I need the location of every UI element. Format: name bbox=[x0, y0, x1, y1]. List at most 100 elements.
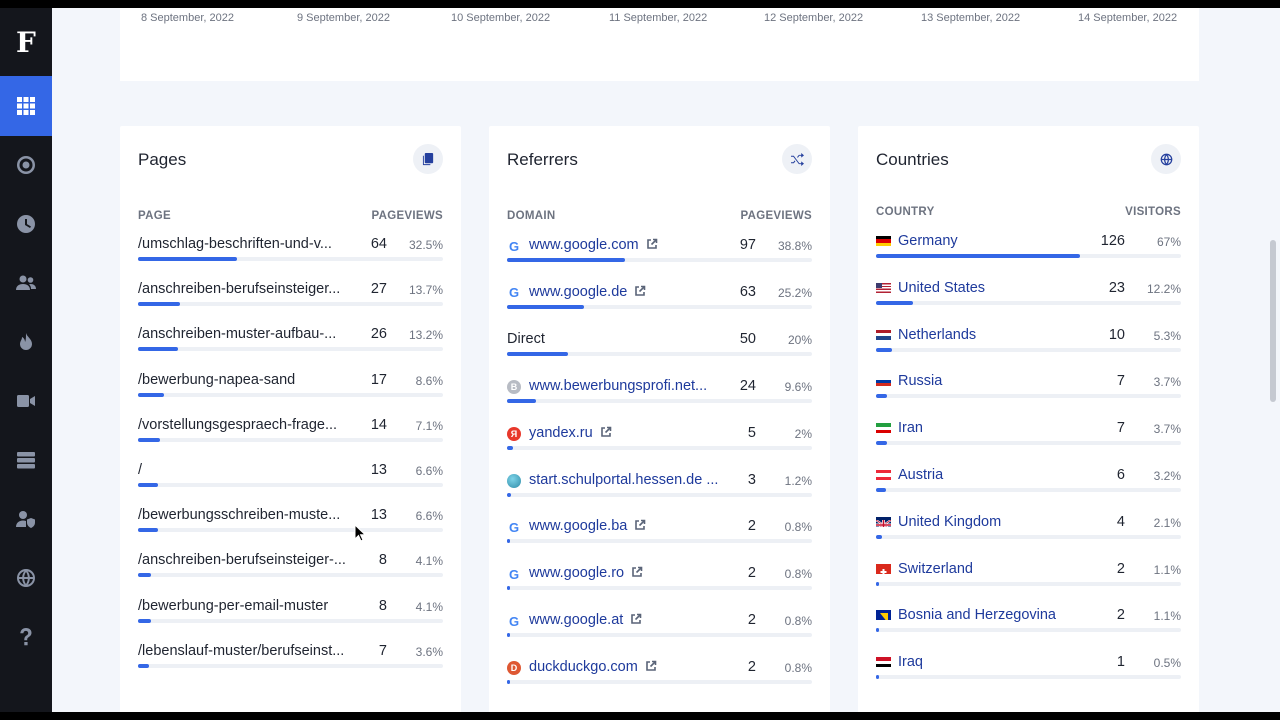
country-name[interactable]: Iraq bbox=[898, 654, 923, 670]
country-name[interactable]: Russia bbox=[898, 373, 942, 389]
page-row[interactable]: /lebenslauf-muster/berufseinst... 7 3.6% bbox=[138, 643, 443, 683]
country-row[interactable]: Netherlands 10 5.3% bbox=[876, 327, 1181, 367]
page-path[interactable]: /umschlag-beschriften-und-v... bbox=[138, 236, 353, 252]
referrer-domain[interactable]: start.schulportal.hessen.de ... bbox=[529, 472, 718, 488]
pages-card-button[interactable] bbox=[413, 144, 443, 174]
referrer-row[interactable]: Gwww.google.com 97 38.8% bbox=[507, 237, 812, 277]
referrer-row[interactable]: Direct 50 20% bbox=[507, 331, 812, 371]
country-row[interactable]: United Kingdom 4 2.1% bbox=[876, 514, 1181, 554]
country-name[interactable]: Germany bbox=[898, 233, 958, 249]
help-icon bbox=[20, 628, 32, 646]
referrer-domain[interactable]: www.google.com bbox=[529, 237, 658, 253]
nav-realtime[interactable] bbox=[0, 194, 52, 254]
page-path[interactable]: /anschreiben-berufseinsteiger... bbox=[138, 281, 353, 297]
users-icon bbox=[16, 275, 36, 290]
sidebar: F bbox=[0, 8, 52, 712]
country-name[interactable]: United Kingdom bbox=[898, 514, 1001, 530]
page-path[interactable]: /bewerbung-per-email-muster bbox=[138, 598, 353, 614]
page-path[interactable]: / bbox=[138, 462, 353, 478]
nav-visitors[interactable] bbox=[0, 253, 52, 313]
page-path[interactable]: /bewerbung-napea-sand bbox=[138, 372, 353, 388]
referrer-percent: 20% bbox=[787, 332, 812, 347]
country-row[interactable]: Germany 126 67% bbox=[876, 233, 1181, 273]
referrers-card-button[interactable] bbox=[782, 144, 812, 174]
referrer-bar-track bbox=[507, 539, 812, 544]
country-row[interactable]: Bosnia and Herzegovina 2 1.1% bbox=[876, 607, 1181, 647]
page-path[interactable]: /vorstellungsgespraech-frage... bbox=[138, 417, 353, 433]
referrer-domain[interactable]: duckduckgo.com bbox=[529, 659, 657, 675]
referrer-domain[interactable]: www.google.at bbox=[529, 612, 642, 628]
page-row[interactable]: /anschreiben-berufseinsteiger... 27 13.7% bbox=[138, 281, 443, 321]
country-name[interactable]: Switzerland bbox=[898, 561, 973, 577]
referrer-domain[interactable]: yandex.ru bbox=[529, 425, 612, 441]
country-name[interactable]: United States bbox=[898, 280, 985, 296]
external-link-icon[interactable] bbox=[630, 613, 642, 625]
page-row[interactable]: /vorstellungsgespraech-frage... 14 7.1% bbox=[138, 417, 443, 457]
page-bar-fill bbox=[138, 437, 160, 442]
nav-help[interactable] bbox=[0, 607, 52, 667]
referrer-row[interactable]: Gwww.google.at 2 0.8% bbox=[507, 612, 812, 652]
copy-icon bbox=[422, 152, 433, 165]
nav-websites[interactable] bbox=[0, 548, 52, 608]
page-row[interactable]: /umschlag-beschriften-und-v... 64 32.5% bbox=[138, 236, 443, 276]
external-link-icon[interactable] bbox=[600, 426, 612, 438]
referrer-row[interactable]: Яyandex.ru 5 2% bbox=[507, 425, 812, 465]
page-scrollbar[interactable] bbox=[1266, 8, 1280, 712]
page-row[interactable]: / 13 6.6% bbox=[138, 462, 443, 502]
page-row[interactable]: /bewerbungsschreiben-muste... 13 6.6% bbox=[138, 507, 443, 547]
referrer-domain[interactable]: www.google.ba bbox=[529, 518, 646, 534]
referrer-row[interactable]: Gwww.google.ba 2 0.8% bbox=[507, 518, 812, 558]
page-row[interactable]: /bewerbung-per-email-muster 8 4.1% bbox=[138, 598, 443, 638]
country-row[interactable]: Iran 7 3.7% bbox=[876, 420, 1181, 460]
app-logo[interactable]: F bbox=[0, 26, 52, 59]
country-name[interactable]: Austria bbox=[898, 467, 943, 483]
country-row[interactable]: Iraq 1 0.5% bbox=[876, 654, 1181, 694]
referrer-row[interactable]: start.schulportal.hessen.de ... 3 1.2% bbox=[507, 472, 812, 512]
nav-recordings[interactable] bbox=[0, 371, 52, 431]
page-row[interactable]: /anschreiben-berufseinsteiger-... 8 4.1% bbox=[138, 552, 443, 592]
x-tick-label: 13 September, 2022 bbox=[921, 12, 1021, 24]
referrer-domain-text: www.google.at bbox=[529, 612, 624, 629]
country-row[interactable]: Russia 7 3.7% bbox=[876, 373, 1181, 413]
country-row[interactable]: Austria 6 3.2% bbox=[876, 467, 1181, 507]
countries-card-button[interactable] bbox=[1151, 144, 1181, 174]
referrer-bar-track bbox=[507, 304, 812, 309]
referrers-col-label: DOMAIN bbox=[507, 210, 556, 222]
country-name[interactable]: Netherlands bbox=[898, 327, 976, 343]
external-link-icon[interactable] bbox=[634, 285, 646, 297]
external-link-icon[interactable] bbox=[631, 566, 643, 578]
referrer-domain[interactable]: www.bewerbungsprofi.net... bbox=[529, 378, 707, 394]
referrer-row[interactable]: Bwww.bewerbungsprofi.net... 24 9.6% bbox=[507, 378, 812, 418]
page-row[interactable]: /bewerbung-napea-sand 17 8.6% bbox=[138, 372, 443, 412]
nav-team[interactable] bbox=[0, 489, 52, 549]
nav-trending[interactable] bbox=[0, 312, 52, 372]
page-bar-fill bbox=[138, 392, 165, 397]
external-link-icon[interactable] bbox=[645, 660, 657, 672]
nav-goals[interactable] bbox=[0, 135, 52, 195]
page-path[interactable]: /anschreiben-muster-aufbau-... bbox=[138, 326, 353, 342]
referrer-domain[interactable]: www.google.ro bbox=[529, 565, 643, 581]
referrer-domain[interactable]: www.google.de bbox=[529, 284, 646, 300]
page-path[interactable]: /anschreiben-berufseinsteiger-... bbox=[138, 552, 353, 568]
referrer-row[interactable]: Dduckduckgo.com 2 0.8% bbox=[507, 659, 812, 699]
country-name[interactable]: Bosnia and Herzegovina bbox=[898, 607, 1056, 623]
ba-flag-icon bbox=[876, 610, 891, 621]
nav-dashboard[interactable] bbox=[0, 76, 52, 136]
referrer-row[interactable]: Gwww.google.de 63 25.2% bbox=[507, 284, 812, 324]
page-row[interactable]: /anschreiben-muster-aufbau-... 26 13.2% bbox=[138, 326, 443, 366]
page-path[interactable]: /lebenslauf-muster/berufseinst... bbox=[138, 643, 353, 659]
external-link-icon[interactable] bbox=[634, 519, 646, 531]
country-row[interactable]: Switzerland 2 1.1% bbox=[876, 561, 1181, 601]
page-bar-track bbox=[138, 347, 443, 352]
countries-title: Countries bbox=[876, 150, 949, 169]
country-row[interactable]: United States 23 12.2% bbox=[876, 280, 1181, 320]
country-name[interactable]: Iran bbox=[898, 420, 923, 436]
nav-sites[interactable] bbox=[0, 430, 52, 490]
page-path[interactable]: /bewerbungsschreiben-muste... bbox=[138, 507, 353, 523]
scrollbar-thumb[interactable] bbox=[1270, 240, 1276, 402]
x-tick-label: 11 September, 2022 bbox=[609, 12, 708, 24]
external-link-icon[interactable] bbox=[646, 238, 658, 250]
referrer-row[interactable]: Gwww.google.ro 2 0.8% bbox=[507, 565, 812, 605]
country-bar-fill bbox=[876, 441, 888, 446]
country-count: 6 bbox=[1116, 467, 1125, 483]
